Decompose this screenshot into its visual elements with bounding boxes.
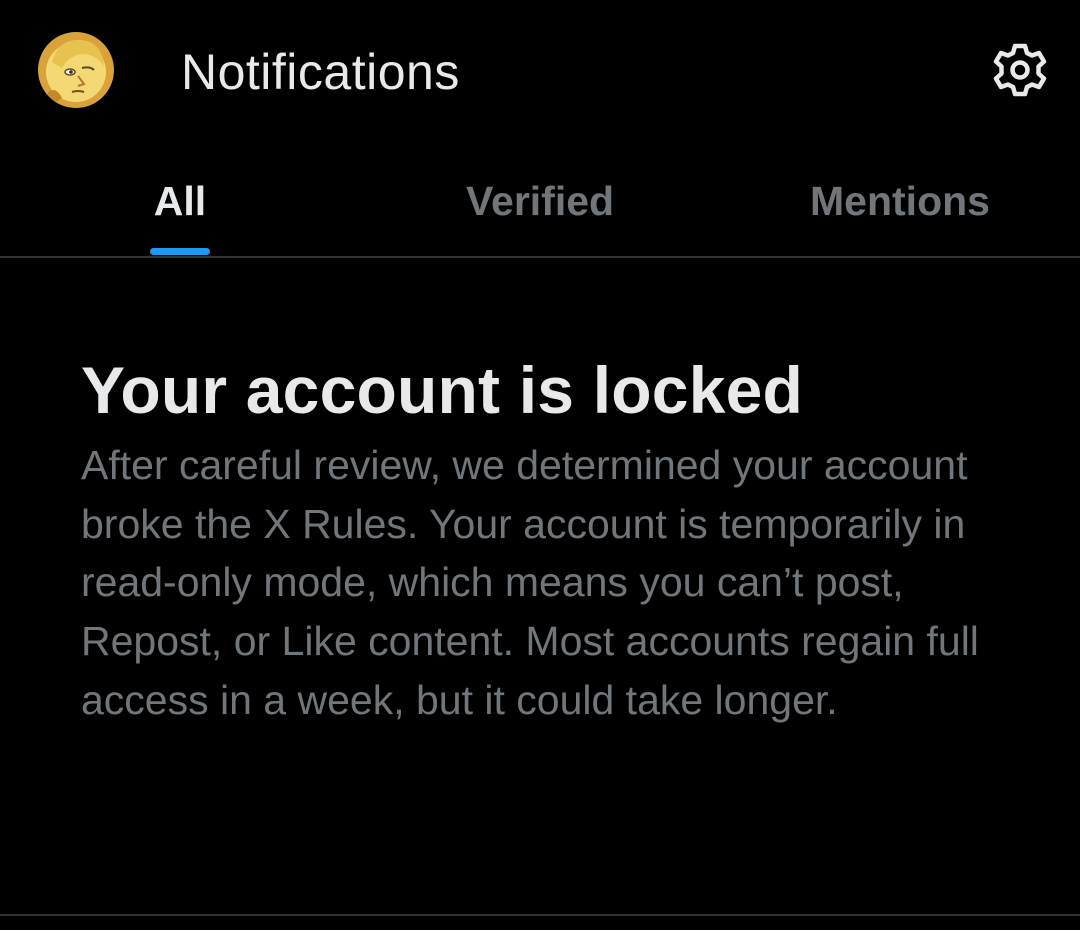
notice-body: After careful review, we determined your…	[81, 442, 979, 723]
notice-title: Your account is locked	[81, 353, 804, 427]
profile-avatar[interactable]	[38, 32, 114, 108]
settings-button[interactable]	[988, 38, 1052, 102]
top-app-bar: Notifications	[0, 0, 1080, 140]
gear-icon	[993, 43, 1047, 97]
tab-verified-label: Verified	[465, 178, 615, 224]
page-title: Notifications	[181, 44, 460, 100]
notification-tabs: All Verified Mentions	[0, 140, 1080, 258]
active-tab-indicator	[150, 248, 210, 255]
account-locked-notice: Your account is locked After careful rev…	[81, 350, 1021, 730]
tab-mentions[interactable]: Mentions	[720, 140, 1080, 256]
tab-all[interactable]: All	[0, 140, 360, 256]
divider	[0, 914, 1080, 916]
tab-verified[interactable]: Verified	[360, 140, 720, 256]
avatar-icon	[38, 32, 114, 108]
tab-mentions-label: Mentions	[810, 178, 990, 224]
tab-all-label: All	[153, 178, 207, 224]
